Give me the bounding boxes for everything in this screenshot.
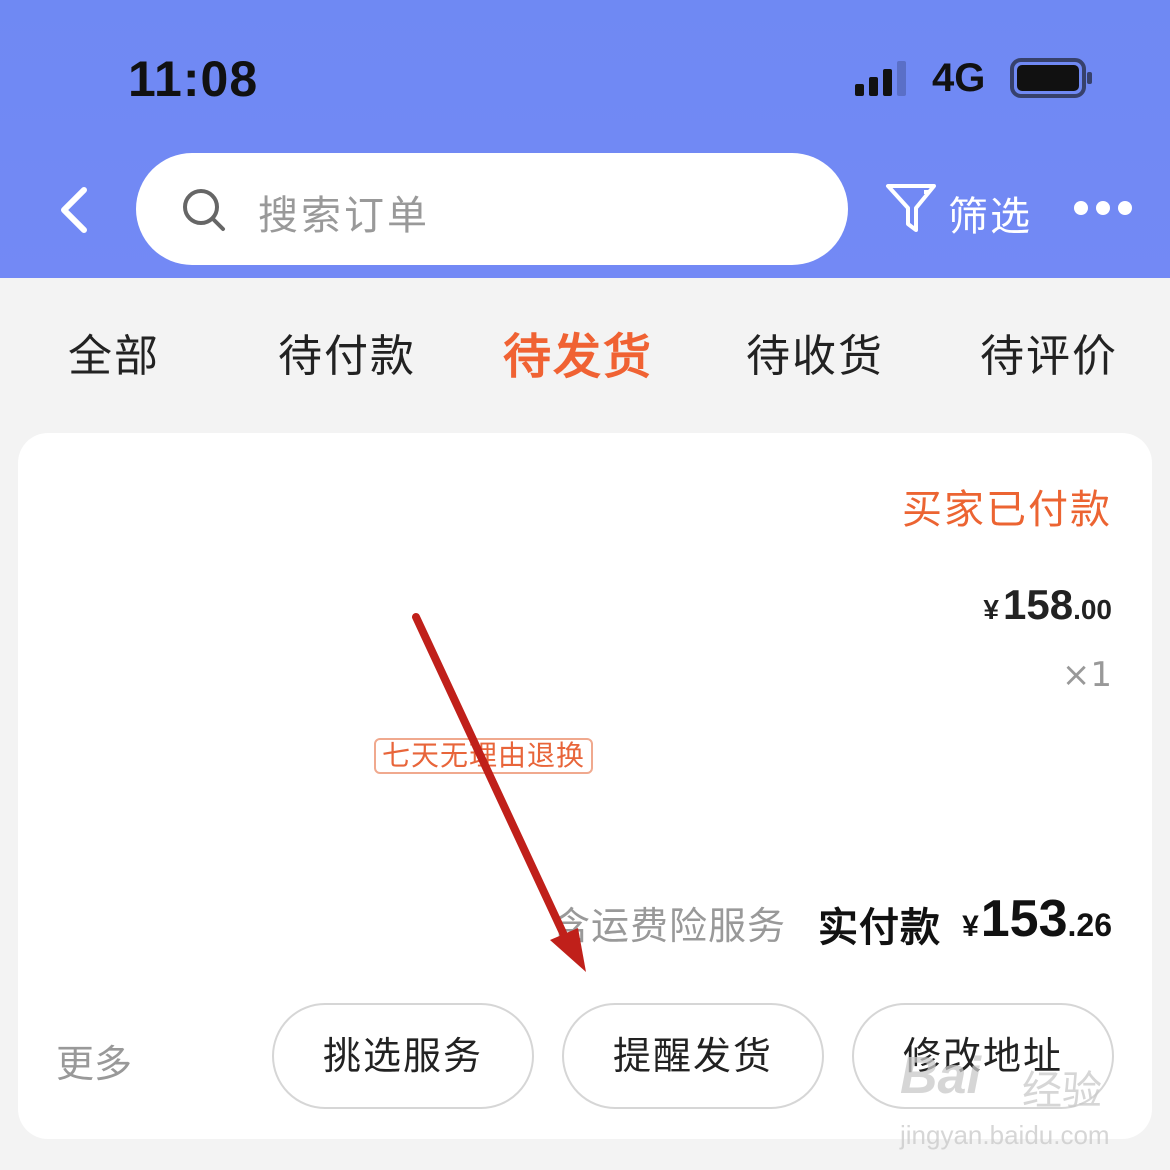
tab-pending-review[interactable]: 待评价 — [980, 320, 1118, 384]
remind-shipment-button[interactable]: 提醒发货 — [562, 1003, 824, 1109]
paid-amount: ¥153.26 — [962, 889, 1112, 949]
funnel-icon — [886, 184, 936, 232]
battery-full-icon — [1010, 58, 1092, 98]
paid-amount-symbol: ¥ — [962, 910, 979, 943]
paid-label: 实付款 — [818, 905, 941, 951]
modify-address-button[interactable]: 修改地址 — [852, 1003, 1114, 1109]
search-icon — [183, 189, 225, 231]
order-status: 买家已付款 — [902, 487, 1112, 533]
filter-label: 筛选 — [948, 194, 1032, 240]
unit-price: ¥158.00 — [983, 581, 1112, 629]
paid-amount-integer: 153 — [980, 890, 1068, 948]
order-tabs: 全部 待付款 待发货 待收货 待评价 — [0, 320, 1170, 390]
signal-bars-icon — [855, 61, 906, 96]
order-card[interactable]: 买家已付款 ¥158.00 ×1 七天无理由退换 含运费险服务 实付款 ¥153… — [18, 433, 1152, 1139]
tab-pending-shipment[interactable]: 待发货 — [503, 317, 653, 387]
unit-price-decimal: .00 — [1073, 594, 1112, 625]
search-placeholder: 搜索订单 — [258, 193, 430, 239]
quantity: ×1 — [1061, 655, 1112, 695]
paid-amount-decimal: .26 — [1067, 907, 1112, 943]
return-policy-badge: 七天无理由退换 — [374, 738, 594, 774]
unit-price-integer: 158 — [1002, 581, 1074, 628]
header-bar: 11:08 4G 搜索订单 筛选 — [0, 0, 1170, 278]
filter-button[interactable]: 筛选 — [884, 180, 1040, 240]
status-time: 11:08 — [128, 51, 259, 107]
search-input[interactable]: 搜索订单 — [136, 153, 848, 265]
more-link[interactable]: 更多 — [56, 1033, 132, 1088]
network-type: 4G — [932, 56, 986, 100]
tab-all[interactable]: 全部 — [68, 320, 160, 384]
select-service-button[interactable]: 挑选服务 — [272, 1003, 534, 1109]
back-chevron-icon[interactable] — [52, 184, 96, 236]
more-dots-icon[interactable] — [1070, 196, 1136, 222]
tab-pending-receipt[interactable]: 待收货 — [746, 320, 884, 384]
shipping-insurance-note: 含运费险服务 — [552, 904, 787, 948]
unit-price-symbol: ¥ — [983, 594, 999, 625]
tab-pending-payment[interactable]: 待付款 — [278, 320, 416, 384]
